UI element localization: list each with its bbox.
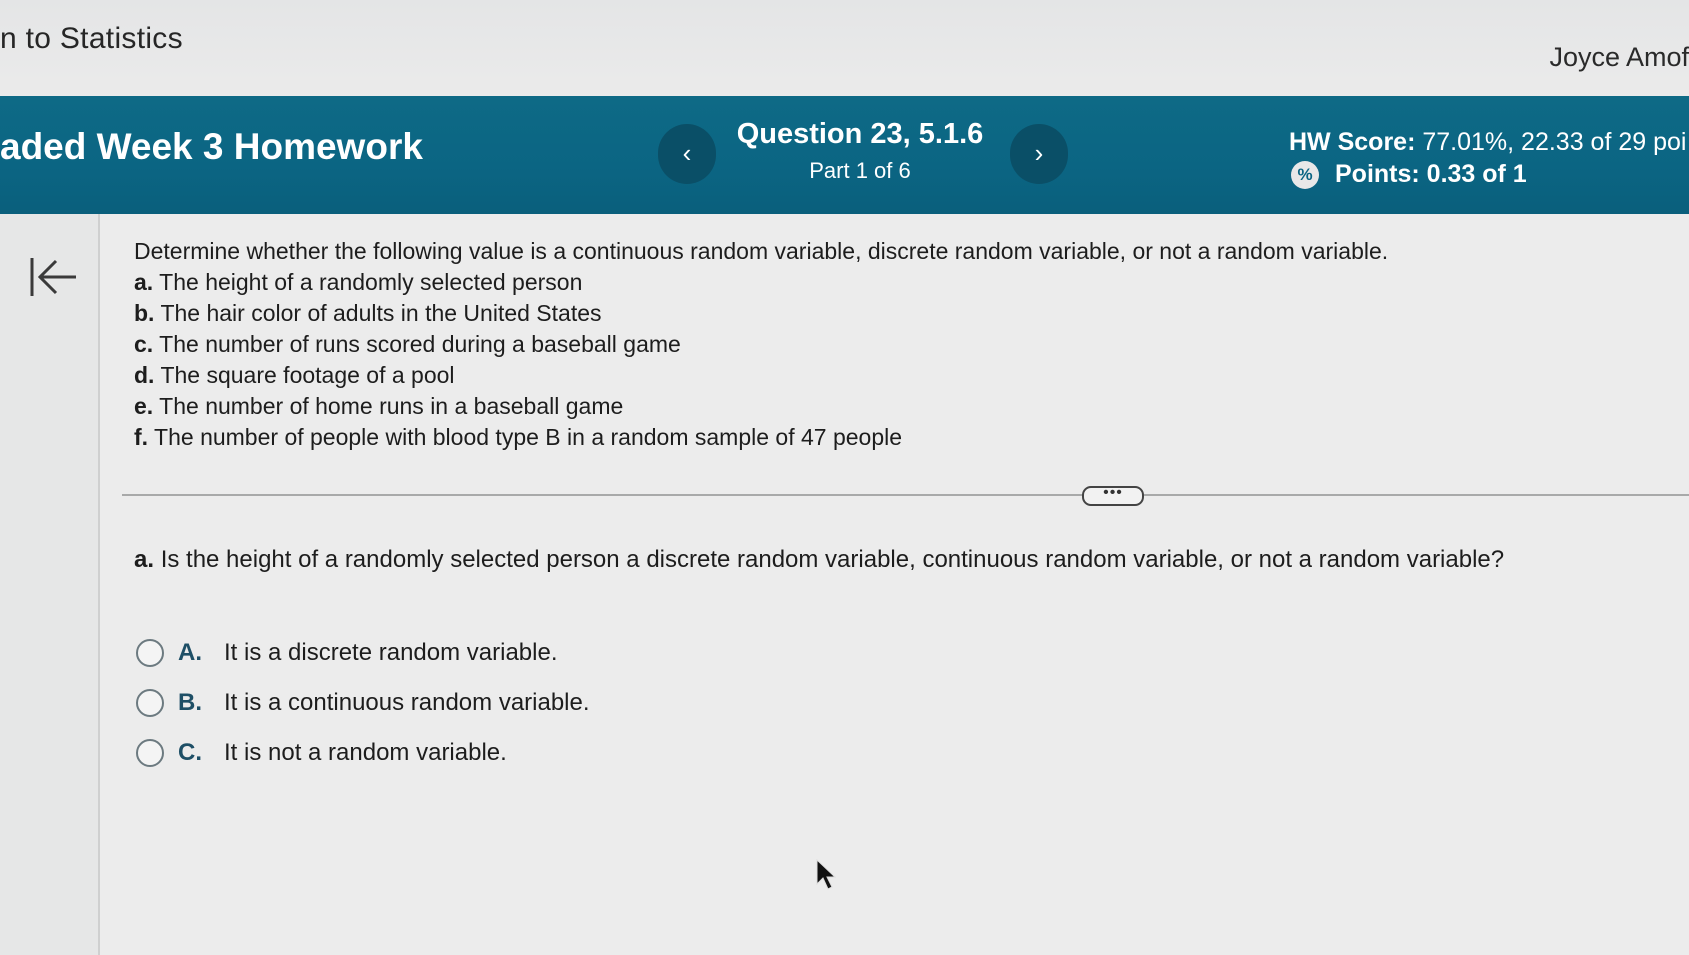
item-letter: e.: [134, 393, 154, 419]
list-item: a. The height of a randomly selected per…: [134, 267, 1388, 298]
part-label: Part 1 of 6: [809, 158, 911, 183]
item-text: The number of runs scored during a baseb…: [159, 331, 681, 357]
choice-letter: C.: [178, 739, 202, 766]
item-letter: b.: [134, 300, 155, 326]
hw-score: HW Score: 77.01%, 22.33 of 29 poi: [1289, 128, 1686, 157]
course-title[interactable]: n to Statistics: [0, 22, 183, 56]
choice-text: It is a continuous random variable.: [224, 689, 590, 716]
choice-c[interactable]: C. It is not a random variable.: [136, 728, 590, 778]
question-id: Question 23, 5.1.6: [736, 118, 984, 150]
radio-button[interactable]: [136, 739, 164, 767]
choice-text: It is a discrete random variable.: [224, 639, 558, 666]
item-text: The height of a randomly selected person: [159, 269, 583, 295]
section-divider: [122, 494, 1689, 496]
choice-b[interactable]: B. It is a continuous random variable.: [136, 678, 590, 728]
next-question-button[interactable]: ›: [1010, 124, 1068, 184]
sidebar: [0, 214, 100, 955]
user-name[interactable]: Joyce Amof: [1549, 42, 1689, 73]
hw-score-value: 77.01%, 22.33 of 29 poi: [1422, 128, 1687, 156]
item-text: The square footage of a pool: [160, 362, 455, 388]
collapse-sidebar-icon[interactable]: [28, 254, 80, 300]
choice-a[interactable]: A. It is a discrete random variable.: [136, 628, 590, 678]
item-letter: c.: [134, 331, 154, 357]
radio-button[interactable]: [136, 689, 164, 717]
question-prompt: Determine whether the following value is…: [134, 236, 1388, 453]
partial-credit-icon: %: [1291, 160, 1319, 189]
hw-score-label: HW Score:: [1289, 128, 1416, 156]
choice-text: It is not a random variable.: [224, 739, 507, 766]
item-letter: f.: [134, 424, 149, 450]
points-label: Points: 0.33 of 1: [1335, 160, 1527, 188]
question-content: Determine whether the following value is…: [100, 214, 1689, 955]
mouse-pointer-icon: [816, 858, 837, 890]
sub-question: a. Is the height of a randomly selected …: [134, 546, 1504, 574]
expand-more-button[interactable]: •••: [1082, 485, 1144, 506]
sub-question-letter: a.: [134, 546, 155, 573]
item-letter: d.: [134, 362, 155, 388]
assignment-header: aded Week 3 Homework ‹ Question 23, 5.1.…: [0, 96, 1689, 214]
choice-letter: A.: [178, 639, 202, 666]
assignment-title: aded Week 3 Homework: [0, 126, 423, 167]
item-text: The number of home runs in a baseball ga…: [159, 393, 624, 419]
list-item: c. The number of runs scored during a ba…: [134, 329, 1388, 360]
choice-letter: B.: [178, 689, 202, 716]
list-item: f. The number of people with blood type …: [134, 422, 1388, 453]
list-item: e. The number of home runs in a baseball…: [134, 391, 1388, 422]
radio-button[interactable]: [136, 639, 164, 667]
points-row: % Points: 0.33 of 1: [1291, 160, 1527, 189]
item-text: The number of people with blood type B i…: [154, 424, 903, 450]
top-bar: n to Statistics Joyce Amof: [0, 0, 1689, 100]
question-intro: Determine whether the following value is…: [134, 238, 1389, 264]
item-letter: a.: [134, 269, 154, 295]
sub-question-text: Is the height of a randomly selected per…: [160, 546, 1505, 573]
answer-choices: A. It is a discrete random variable. B. …: [136, 628, 590, 778]
list-item: b. The hair color of adults in the Unite…: [134, 298, 1388, 329]
item-text: The hair color of adults in the United S…: [160, 300, 602, 326]
list-item: d. The square footage of a pool: [134, 360, 1388, 391]
